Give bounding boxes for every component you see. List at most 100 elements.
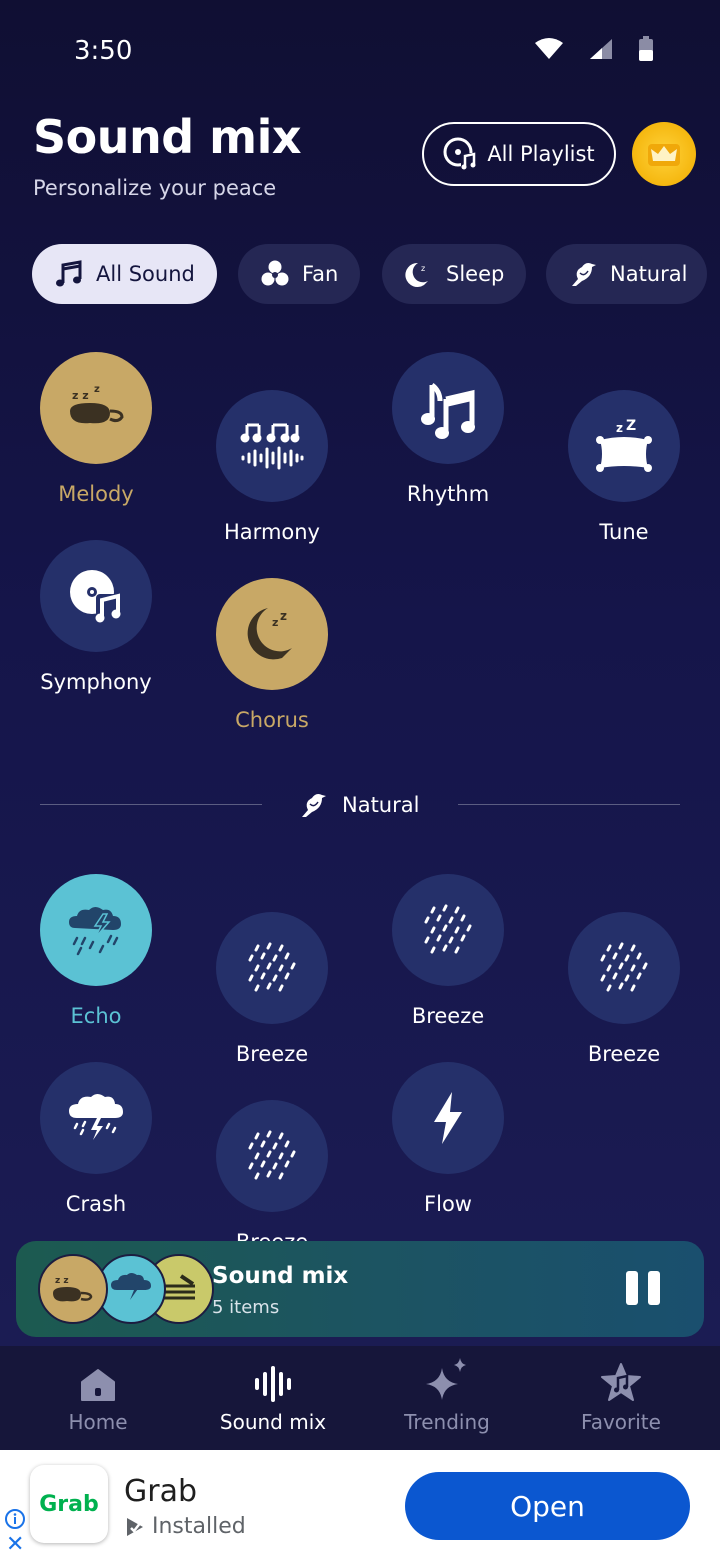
- sound-item-breeze[interactable]: Breeze: [536, 912, 712, 1066]
- svg-text:Z: Z: [626, 418, 636, 434]
- status-icons: [534, 36, 654, 62]
- all-playlist-button[interactable]: All Playlist: [422, 122, 616, 186]
- divider-line-left: [40, 804, 262, 805]
- crown-icon: [648, 144, 680, 166]
- pause-bar-left: [626, 1271, 638, 1305]
- sound-item-echo[interactable]: Echo: [8, 874, 184, 1028]
- chip-fan[interactable]: Fan: [238, 244, 361, 304]
- sound-item-breeze[interactable]: Breeze: [360, 874, 536, 1028]
- ad-app-name: Grab: [124, 1474, 198, 1509]
- nav-home[interactable]: Home: [8, 1346, 188, 1450]
- nav-label: Sound mix: [219, 1410, 327, 1434]
- svg-text:z: z: [616, 421, 623, 435]
- ad-banner[interactable]: ✕ Grab Grab Installed Open: [0, 1450, 720, 1561]
- sound-label: Crash: [65, 1192, 127, 1216]
- player-subtitle: 5 items: [212, 1297, 280, 1318]
- page-title: Sound mix: [33, 110, 302, 164]
- bottom-nav: Home Sound mix Trending Favorite: [0, 1346, 720, 1450]
- svg-text:z: z: [94, 384, 100, 395]
- status-time: 3:50: [74, 36, 133, 66]
- playlist-disc-icon: [443, 137, 476, 170]
- rain-icon: [248, 942, 296, 992]
- svg-text:z z: z z: [72, 389, 89, 402]
- chip-sleep[interactable]: z Sleep: [382, 244, 527, 304]
- nav-favorite[interactable]: Favorite: [531, 1346, 711, 1450]
- ad-status-text: Installed: [152, 1514, 246, 1539]
- waveform-icon: [255, 1366, 291, 1402]
- ad-info-icon[interactable]: [4, 1508, 26, 1530]
- lightning-icon: [434, 1092, 462, 1144]
- fan-icon: [261, 260, 289, 286]
- ad-open-button[interactable]: Open: [405, 1472, 690, 1540]
- sound-label: Echo: [70, 1004, 122, 1028]
- music-notes-icon: [421, 383, 475, 439]
- sound-item-rhythm[interactable]: Rhythm: [360, 352, 536, 506]
- sound-item-melody[interactable]: z z z Melody: [8, 352, 184, 506]
- sound-item-harmony[interactable]: Harmony: [184, 390, 360, 544]
- thunderstorm-icon: [69, 907, 121, 956]
- ad-app-logo[interactable]: Grab: [30, 1465, 108, 1543]
- installed-check-icon: [127, 1517, 143, 1536]
- sound-label: Breeze: [587, 1042, 661, 1066]
- sound-label: Tune: [599, 520, 649, 544]
- sound-item-breeze[interactable]: Breeze: [184, 912, 360, 1066]
- sound-label: Melody: [58, 482, 134, 506]
- sound-label: Chorus: [235, 708, 309, 732]
- sound-item-symphony[interactable]: Symphony: [8, 540, 184, 694]
- player-thumb-1: z z: [38, 1254, 108, 1324]
- mini-player[interactable]: z z Sound mix 5 items: [16, 1241, 704, 1337]
- favorite-star-icon: [601, 1363, 641, 1401]
- chip-natural[interactable]: Natural: [546, 244, 708, 304]
- sound-item-tune[interactable]: zZ Tune: [536, 390, 712, 544]
- sleeping-moon-icon: zz: [247, 608, 292, 660]
- pillow-icon: zZ: [596, 418, 652, 472]
- nav-label: Home: [68, 1410, 128, 1434]
- chip-label: Natural: [610, 262, 688, 286]
- pause-bar-right: [648, 1271, 660, 1305]
- chip-label: All Sound: [96, 262, 195, 286]
- sound-item-chorus[interactable]: zz Chorus: [184, 578, 360, 732]
- chip-label: Fan: [302, 262, 339, 286]
- wifi-icon: [535, 38, 563, 59]
- sound-item-breeze[interactable]: Breeze: [184, 1100, 360, 1254]
- sound-label: Symphony: [40, 670, 152, 694]
- svg-text:z: z: [280, 609, 287, 623]
- pause-button[interactable]: [626, 1271, 662, 1307]
- divider-line-right: [458, 804, 680, 805]
- svg-text:z: z: [272, 616, 278, 629]
- sound-label: Harmony: [224, 520, 320, 544]
- ad-close-icon[interactable]: ✕: [6, 1534, 24, 1556]
- sound-label: Breeze: [235, 1042, 309, 1066]
- section-header-natural: Natural: [298, 790, 419, 820]
- storm-cloud-icon: [69, 1094, 123, 1140]
- sound-label: Breeze: [411, 1004, 485, 1028]
- sound-item-flow[interactable]: Flow: [360, 1062, 536, 1216]
- music-notes-icon: [56, 260, 82, 287]
- nav-label: Trending: [404, 1410, 490, 1434]
- nav-trending[interactable]: Trending: [357, 1346, 537, 1450]
- sound-item-crash[interactable]: Crash: [8, 1062, 184, 1216]
- battery-icon: [639, 36, 653, 61]
- player-title: Sound mix: [212, 1263, 349, 1289]
- signal-icon: [590, 39, 612, 59]
- music-disc-icon: [70, 570, 122, 623]
- music-waveform-icon: [240, 423, 304, 470]
- all-playlist-label: All Playlist: [487, 142, 595, 166]
- home-icon: [81, 1369, 115, 1401]
- sparkle-icon: [426, 1358, 466, 1400]
- rain-icon: [424, 904, 472, 954]
- chip-label: Sleep: [446, 262, 505, 286]
- premium-crown-button[interactable]: [632, 122, 696, 186]
- ad-app-status: Installed: [124, 1514, 246, 1539]
- sound-label: Rhythm: [406, 482, 490, 506]
- chip-all-sound[interactable]: All Sound: [32, 244, 217, 304]
- sleep-mask-icon: z zz: [70, 384, 124, 424]
- svg-text:z: z: [421, 264, 425, 273]
- bird-icon: [572, 263, 596, 286]
- svg-text:z z: z z: [55, 1276, 69, 1286]
- moon-icon: z: [405, 262, 428, 287]
- bird-icon: [302, 794, 326, 817]
- section-label-text: Natural: [342, 793, 420, 817]
- nav-sound-mix[interactable]: Sound mix: [183, 1346, 363, 1450]
- sleep-mask-icon: z z: [53, 1276, 93, 1302]
